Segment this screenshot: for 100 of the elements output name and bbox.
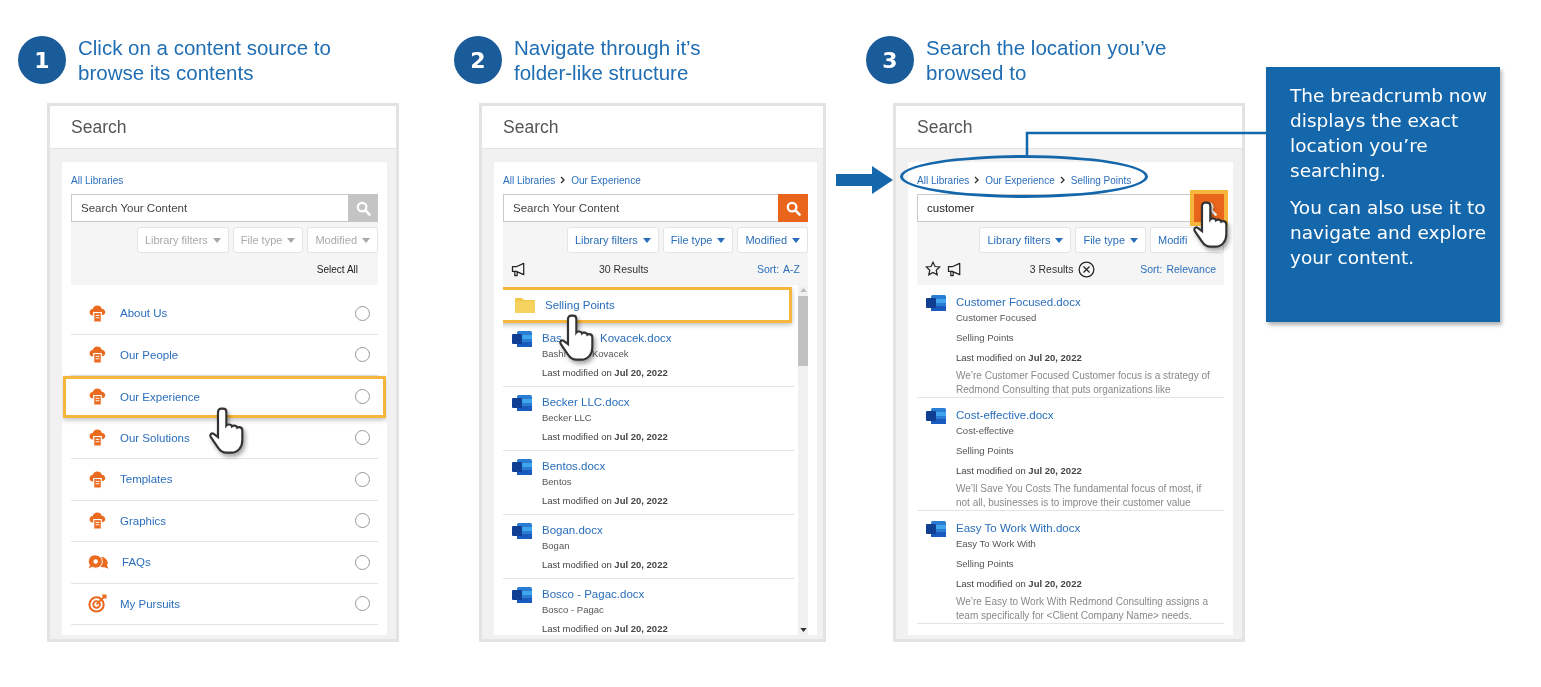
modified-date: Last modified on Jul 20, 2022 bbox=[956, 577, 1082, 591]
breadcrumb-link[interactable]: All Libraries bbox=[71, 174, 124, 186]
document-subtitle: Bogan bbox=[542, 539, 570, 553]
search-icon bbox=[355, 200, 371, 216]
library-name: Our People bbox=[120, 348, 180, 361]
modified-date: Last modified on Jul 20, 2022 bbox=[542, 622, 668, 635]
library-name: Our Solutions bbox=[120, 431, 191, 444]
caret-icon bbox=[792, 237, 800, 243]
modified-date: Last modified on Jul 20, 2022 bbox=[956, 464, 1082, 478]
document-location: Selling Points bbox=[956, 331, 1014, 345]
caret-icon bbox=[287, 237, 296, 243]
library-name: Templates bbox=[120, 473, 174, 486]
caret-icon bbox=[642, 237, 651, 243]
library-name: My Pursuits bbox=[120, 597, 182, 610]
modified-date: Last modified on Jul 20, 2022 bbox=[542, 558, 668, 572]
chevron-icon bbox=[1059, 176, 1066, 184]
library-name: Our Experience bbox=[120, 390, 201, 403]
document-subtitle: Bosco - Pagac bbox=[542, 603, 604, 617]
library-name: Graphics bbox=[120, 514, 168, 527]
document-icon bbox=[512, 330, 532, 348]
callout-text: You can also use it to navigate and explore your content. bbox=[1290, 196, 1488, 270]
filter-dropdown[interactable]: Library filters bbox=[979, 227, 1072, 253]
document-link[interactable]: Bosco - Pagac.docx bbox=[542, 586, 645, 602]
library-item[interactable]: Our People bbox=[71, 334, 378, 376]
document-subtitle: Kovacek bbox=[592, 347, 629, 361]
star-icon[interactable] bbox=[925, 261, 941, 277]
document-subtitle: Customer Focused bbox=[956, 311, 1037, 325]
library-item[interactable]: Our Experience bbox=[63, 376, 386, 418]
document-icon bbox=[926, 520, 946, 538]
filter-dropdown[interactable]: File type bbox=[662, 227, 734, 253]
library-item[interactable]: My Pursuits bbox=[71, 583, 378, 625]
document-icon bbox=[512, 522, 532, 540]
library-item[interactable]: Graphics bbox=[71, 500, 378, 542]
breadcrumb-link[interactable]: Our Experience bbox=[985, 174, 1055, 186]
document-link[interactable]: Kovacek.docx bbox=[600, 330, 672, 346]
caret-icon bbox=[212, 237, 221, 243]
select-all-link[interactable]: Select All bbox=[316, 263, 358, 275]
scrollbar[interactable] bbox=[798, 285, 808, 635]
target-icon bbox=[88, 594, 107, 614]
library-item[interactable]: About Us bbox=[71, 293, 378, 335]
document-subtitle: Bashi bbox=[542, 347, 567, 361]
breadcrumb-link[interactable]: All Libraries bbox=[503, 174, 556, 186]
document-icon bbox=[512, 394, 532, 412]
library-item[interactable]: Templates bbox=[71, 459, 378, 501]
scrollbar-thumb[interactable] bbox=[798, 296, 808, 366]
step-title: Search the location you’ve browsed to bbox=[926, 35, 1167, 86]
search-button[interactable] bbox=[778, 194, 808, 222]
breadcrumb-link[interactable]: Our Experience bbox=[571, 174, 641, 186]
document-subtitle: Becker LLC bbox=[542, 411, 592, 425]
folder-item[interactable]: Selling Points bbox=[503, 287, 792, 323]
caret-icon bbox=[1130, 237, 1138, 243]
search-icon bbox=[785, 200, 801, 216]
modified-date: Last modified on Jul 20, 2022 bbox=[956, 351, 1082, 365]
filter-dropdown[interactable]: Modified bbox=[737, 227, 808, 253]
sort-dropdown[interactable]: A-Z bbox=[783, 263, 800, 275]
step-number: 2 bbox=[454, 36, 502, 84]
cloud-document-icon bbox=[88, 428, 107, 448]
scroll-up-icon[interactable] bbox=[799, 288, 807, 292]
search-field[interactable]: Search Your Content bbox=[503, 194, 778, 222]
document-icon bbox=[926, 407, 946, 425]
document-link[interactable]: Bogan.docx bbox=[542, 522, 603, 538]
document-icon bbox=[926, 294, 946, 312]
filter-dropdown[interactable]: Library filters bbox=[566, 227, 659, 253]
step-title: Navigate through it’s folder-like structure bbox=[514, 35, 701, 86]
caret-icon bbox=[717, 237, 726, 243]
sort-label: Sort: bbox=[756, 263, 780, 275]
document-summary: We’re Easy to Work With Redmond Consulting assigns a team specifically for <Client Company Name> needs. bbox=[956, 595, 1209, 623]
breadcrumb-link[interactable]: Selling Points bbox=[1070, 174, 1132, 186]
filter-dropdown[interactable]: File type bbox=[1075, 227, 1146, 253]
caret-icon bbox=[1055, 237, 1064, 243]
document-link[interactable]: Easy To Work With.docx bbox=[956, 520, 1081, 536]
document-link[interactable]: Becker LLC.docx bbox=[542, 394, 630, 410]
sort-label: Sort: bbox=[1140, 263, 1163, 275]
panel-title: Search bbox=[71, 116, 127, 138]
document-link[interactable]: Customer Focused.docx bbox=[956, 294, 1081, 310]
panel-title: Search bbox=[503, 116, 559, 138]
step-title: Click on a content source to browse its contents bbox=[78, 35, 331, 86]
chat-bubbles-icon bbox=[88, 553, 109, 571]
cloud-document-icon bbox=[88, 387, 107, 407]
modified-date: Last modified on Jul 20, 2022 bbox=[542, 494, 668, 508]
sort-dropdown[interactable]: Relevance bbox=[1166, 263, 1216, 275]
chevron-icon bbox=[974, 176, 981, 184]
caret-icon bbox=[362, 237, 370, 243]
document-location: Selling Points bbox=[956, 557, 1014, 571]
results-count: 3 Results bbox=[1029, 263, 1074, 275]
panel-title: Search bbox=[917, 116, 973, 138]
library-item[interactable]: FAQs bbox=[71, 542, 378, 584]
clear-icon[interactable] bbox=[1078, 260, 1096, 278]
document-subtitle: Bentos bbox=[542, 475, 572, 489]
breadcrumb-link[interactable]: All Libraries bbox=[917, 174, 970, 186]
document-link[interactable]: Cost-effective.docx bbox=[956, 407, 1054, 423]
chevron-icon bbox=[560, 176, 567, 184]
folder-icon bbox=[515, 297, 535, 313]
document-link[interactable]: Bentos.docx bbox=[542, 458, 606, 474]
document-summary: We’ll Save You Costs The fundamental focus of most, if not all, businesses is to improve their customer value bbox=[956, 482, 1203, 510]
document-icon bbox=[512, 586, 532, 604]
modified-date: Last modified on Jul 20, 2022 bbox=[542, 366, 668, 380]
scroll-down-icon[interactable] bbox=[799, 628, 807, 632]
right-arrow bbox=[836, 166, 893, 194]
cloud-document-icon bbox=[88, 345, 107, 365]
